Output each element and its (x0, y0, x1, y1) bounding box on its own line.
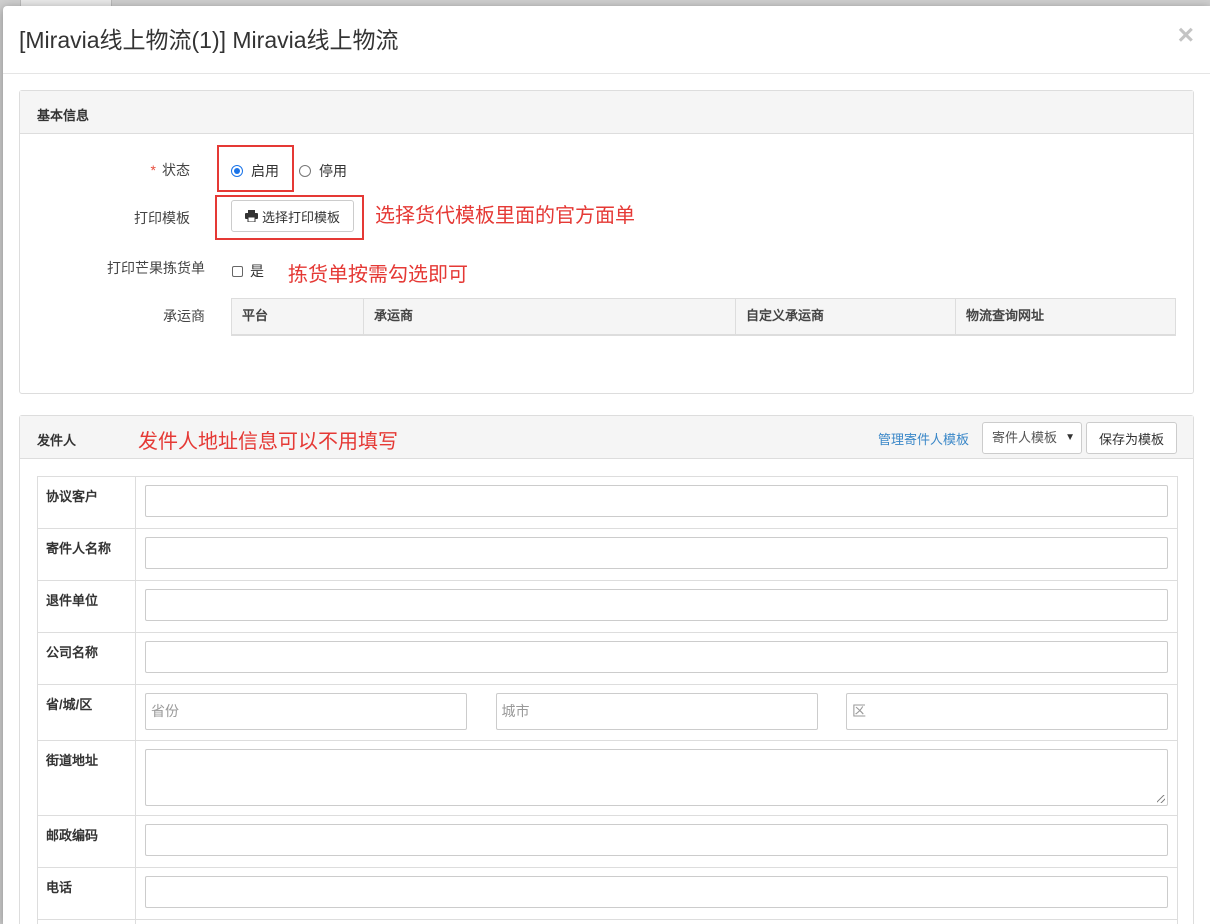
return-unit-label: 退件单位 (38, 581, 136, 632)
phone-input[interactable] (145, 876, 1168, 908)
carrier-label: 承运商 (163, 308, 205, 324)
carrier-table-header: 平台 承运商 自定义承运商 物流查询网址 (231, 298, 1176, 336)
status-label: * 状态 (150, 162, 190, 178)
city-input[interactable]: 城市 (495, 693, 818, 730)
basic-info-panel: 基本信息 * 状态 启用 停用 打印模板 选择打印模板 选择货代模板里面的官方面单 (19, 90, 1194, 394)
sender-name-label: 寄件人名称 (38, 529, 136, 580)
print-template-label: 打印模板 (134, 210, 190, 226)
close-icon[interactable]: × (1178, 20, 1194, 50)
carrier-col-custom: 自定义承运商 (736, 299, 956, 334)
print-template-annotation: 选择货代模板里面的官方面单 (375, 205, 635, 227)
status-radio-enabled[interactable]: 启用 (231, 161, 279, 181)
basic-info-title: 基本信息 (37, 108, 90, 123)
return-unit-input[interactable] (145, 589, 1168, 621)
modal-header: [Miravia线上物流(1)] Miravia线上物流 × (3, 6, 1210, 74)
sender-template-select[interactable]: 寄件人模板 ▼ (982, 422, 1082, 454)
postal-code-input[interactable] (145, 824, 1168, 856)
required-mark: * (150, 162, 156, 178)
printer-icon (244, 210, 258, 222)
company-name-label: 公司名称 (38, 633, 136, 684)
agreement-customer-label: 协议客户 (38, 477, 136, 528)
row-phone: 电话 (38, 868, 1177, 920)
manage-sender-template-link[interactable]: 管理寄件人模板 (878, 429, 969, 448)
resize-grip-icon[interactable] (1157, 795, 1165, 803)
radio-unchecked-icon (299, 165, 311, 177)
carrier-settings-modal: [Miravia线上物流(1)] Miravia线上物流 × 基本信息 * 状态 … (3, 6, 1210, 924)
phone-label: 电话 (38, 868, 136, 919)
row-street-address: 街道地址 (38, 741, 1177, 816)
select-print-template-button[interactable]: 选择打印模板 (231, 200, 354, 232)
row-next (38, 920, 1177, 924)
row-sender-name: 寄件人名称 (38, 529, 1177, 581)
sender-panel: 发件人 发件人地址信息可以不用填写 管理寄件人模板 寄件人模板 ▼ 保存为模板 … (19, 415, 1194, 924)
checkbox-icon (232, 265, 243, 277)
sender-name-input[interactable] (145, 537, 1168, 569)
basic-info-heading: 基本信息 (20, 91, 1193, 134)
row-postal-code: 邮政编码 (38, 816, 1177, 868)
sender-form-table: 协议客户 寄件人名称 退件单位 公司名称 省/城/区 省份 城市 区 街道地址 … (37, 476, 1178, 924)
sender-heading: 发件人 发件人地址信息可以不用填写 管理寄件人模板 寄件人模板 ▼ 保存为模板 (20, 416, 1193, 459)
mango-pick-checkbox[interactable]: 是 (232, 261, 264, 281)
row-province-city-district: 省/城/区 省份 城市 区 (38, 685, 1177, 741)
row-agreement-customer: 协议客户 (38, 477, 1177, 529)
carrier-col-carrier: 承运商 (364, 299, 736, 334)
save-as-template-button[interactable]: 保存为模板 (1086, 422, 1177, 454)
row-company-name: 公司名称 (38, 633, 1177, 685)
chevron-down-icon: ▼ (1065, 432, 1075, 443)
street-address-textarea[interactable] (145, 749, 1168, 806)
carrier-col-platform: 平台 (232, 299, 364, 334)
row-return-unit: 退件单位 (38, 581, 1177, 633)
status-radio-disabled[interactable]: 停用 (299, 161, 347, 181)
agreement-customer-input[interactable] (145, 485, 1168, 517)
province-city-district-label: 省/城/区 (38, 685, 136, 740)
mango-pick-label: 打印芒果拣货单 (107, 260, 205, 276)
radio-checked-icon (231, 165, 243, 177)
sender-annotation: 发件人地址信息可以不用填写 (138, 431, 398, 453)
postal-code-label: 邮政编码 (38, 816, 136, 867)
next-row-label (38, 920, 136, 924)
mango-pick-annotation: 拣货单按需勾选即可 (288, 264, 468, 286)
district-input[interactable]: 区 (846, 693, 1168, 730)
province-input[interactable]: 省份 (145, 693, 467, 730)
sender-title: 发件人 (37, 433, 77, 448)
street-address-label: 街道地址 (38, 741, 136, 815)
company-name-input[interactable] (145, 641, 1168, 673)
modal-title: [Miravia线上物流(1)] Miravia线上物流 (19, 27, 399, 53)
carrier-col-tracking-url: 物流查询网址 (966, 308, 1045, 323)
